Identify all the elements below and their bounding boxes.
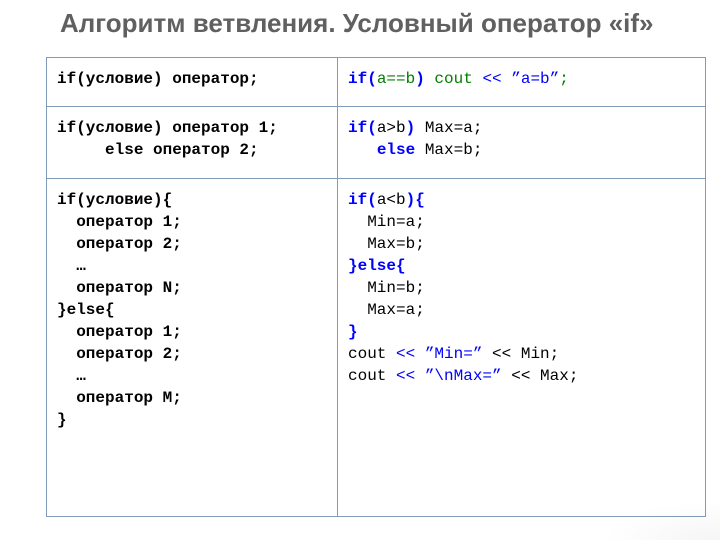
code-segment: оператор M; xyxy=(57,389,182,407)
code-segment: Min=a; xyxy=(348,213,425,231)
code-segment: }else{ xyxy=(348,257,406,275)
table-cell: if(a==b) cout << ”a=b”; xyxy=(338,57,706,107)
code-segment: if( xyxy=(348,191,377,209)
code-segment: cout xyxy=(348,367,396,385)
code-segment: << Max; xyxy=(502,367,579,385)
table-cell: if(условие) оператор; xyxy=(46,57,338,107)
table-cell: if(условие){ оператор 1; оператор 2; … о… xyxy=(46,179,338,517)
table-cell: if(a<b){ Min=a; Max=b; }else{ Min=b; Max… xyxy=(338,179,706,517)
code-segment: } xyxy=(348,323,358,341)
code-segment: << Min; xyxy=(482,345,559,363)
code-segment: ){ xyxy=(406,191,425,209)
code-segment: оператор 2; xyxy=(57,235,182,253)
code-segment: a>b xyxy=(377,119,406,137)
code-segment: else xyxy=(377,141,415,159)
page-title: Алгоритм ветвления. Условный оператор «i… xyxy=(0,0,720,57)
code-segment: оператор N; xyxy=(57,279,182,297)
code-segment: … xyxy=(57,257,86,275)
code-segment: Max=a; xyxy=(415,119,482,137)
table-cell: if(a>b) Max=a; else Max=b; xyxy=(338,107,706,179)
code-segment: ; xyxy=(559,70,569,88)
code-segment: << ”a=b” xyxy=(482,70,559,88)
code-segment: << ”\nMax=” xyxy=(396,367,502,385)
code-segment: if(условие) оператор; xyxy=(57,70,259,88)
code-segment: оператор 2; xyxy=(57,345,182,363)
code-segment: if(условие){ xyxy=(57,191,172,209)
code-segment: a==b xyxy=(377,70,415,88)
code-segment: Min=b; xyxy=(348,279,425,297)
code-segment: } xyxy=(57,411,67,429)
code-segment: Max=b; xyxy=(415,141,482,159)
code-segment: << ”Min=” xyxy=(396,345,482,363)
code-segment: }else{ xyxy=(57,301,115,319)
code-segment: if(условие) оператор 1; xyxy=(57,119,278,137)
code-segment: if( xyxy=(348,70,377,88)
code-segment: Max=b; xyxy=(348,235,425,253)
code-segment: if( xyxy=(348,119,377,137)
code-segment xyxy=(348,141,377,159)
code-segment: cout xyxy=(425,70,483,88)
code-segment: else оператор 2; xyxy=(57,141,259,159)
code-segment: … xyxy=(57,367,86,385)
code-segment: a<b xyxy=(377,191,406,209)
code-segment: ) xyxy=(415,70,425,88)
code-table: if(условие) оператор; if(a==b) cout << ”… xyxy=(46,57,720,517)
code-segment: Max=a; xyxy=(348,301,425,319)
code-segment: ) xyxy=(406,119,416,137)
code-segment: оператор 1; xyxy=(57,323,182,341)
table-cell: if(условие) оператор 1; else оператор 2; xyxy=(46,107,338,179)
code-segment: cout xyxy=(348,345,396,363)
code-segment: оператор 1; xyxy=(57,213,182,231)
